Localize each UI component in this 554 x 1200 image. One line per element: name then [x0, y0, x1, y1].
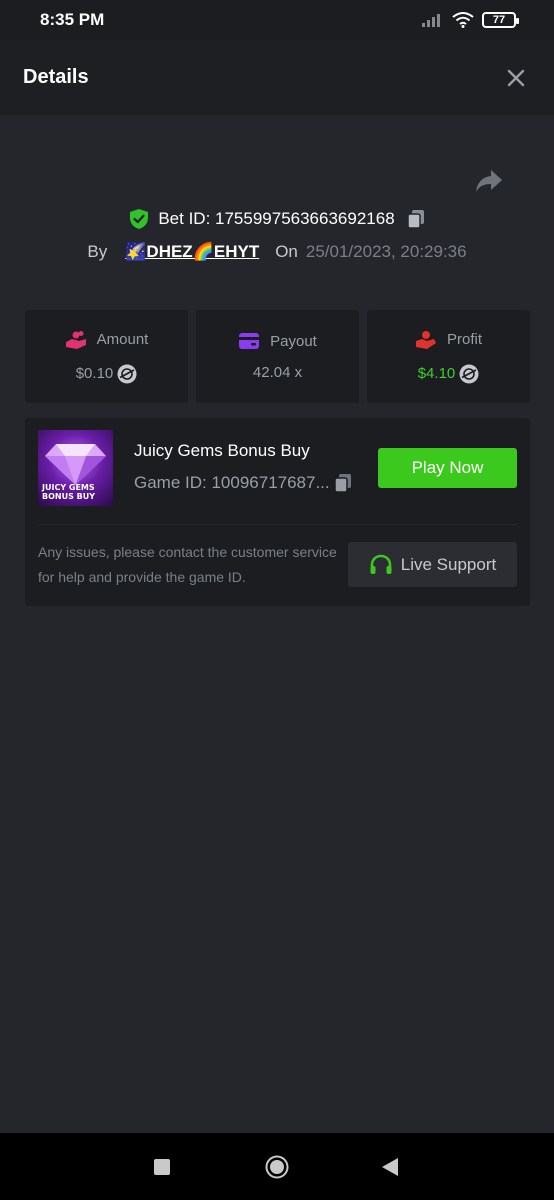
- status-time: 8:35 PM: [40, 10, 105, 29]
- username-link[interactable]: 🌠DHEZ🌈EHYT: [125, 242, 259, 262]
- share-button[interactable]: [474, 167, 504, 195]
- stellar-coin-icon: [459, 364, 479, 383]
- bet-owner-row: By 🌠DHEZ🌈EHYT On 25/01/2023, 20:29:36: [0, 239, 554, 265]
- game-thumbnail[interactable]: JUICY GEMS BONUS BUY: [38, 430, 113, 506]
- copy-game-id-button[interactable]: [333, 473, 352, 493]
- stellar-coin-icon: [117, 364, 137, 383]
- by-label: By: [87, 242, 108, 261]
- copy-icon: [333, 474, 351, 493]
- coins-hand-icon: [65, 330, 86, 349]
- bet-date: 25/01/2023, 20:29:36: [305, 242, 467, 261]
- details-header: Details: [0, 40, 554, 115]
- bet-stats: Amount $0.10 Payout 42.04 x Profit $4.10: [25, 310, 530, 403]
- stat-value: 42.04 x: [252, 364, 303, 381]
- stat-label: Payout: [270, 332, 317, 350]
- recents-button[interactable]: [154, 1159, 170, 1175]
- game-title: Juicy Gems Bonus Buy: [134, 441, 310, 460]
- stat-value: $0.10: [75, 365, 114, 382]
- wallet-card-icon: [239, 333, 260, 349]
- divider: [38, 524, 517, 525]
- system-navigation-bar: [0, 1133, 554, 1200]
- game-id-row: Game ID: 10096717687...: [134, 473, 352, 493]
- copy-icon: [406, 210, 424, 229]
- signal-icon: [422, 14, 440, 27]
- status-bar: 8:35 PM 77: [0, 0, 554, 40]
- status-icons: 77: [422, 12, 519, 28]
- share-icon: [476, 170, 502, 192]
- home-button[interactable]: [265, 1155, 289, 1179]
- stat-card-amount: Amount $0.10: [25, 310, 188, 403]
- stat-label: Profit: [446, 331, 482, 348]
- wifi-icon: [452, 12, 474, 28]
- close-icon: [507, 69, 525, 86]
- headset-icon: [370, 554, 392, 574]
- game-id-text: Game ID: 10096717687...: [134, 473, 330, 492]
- bet-id-row: Bet ID: 1755997563663692168: [0, 206, 554, 232]
- stat-card-profit: Profit $4.10: [367, 310, 530, 403]
- money-hand-icon: [415, 330, 436, 349]
- close-button[interactable]: [504, 66, 528, 90]
- game-card: JUICY GEMS BONUS BUY Juicy Gems Bonus Bu…: [25, 418, 530, 606]
- back-button[interactable]: [381, 1157, 399, 1177]
- stat-label: Amount: [96, 331, 149, 348]
- live-support-button[interactable]: Live Support: [348, 542, 517, 587]
- stat-card-payout: Payout 42.04 x: [196, 310, 359, 403]
- stat-value: $4.10: [417, 365, 456, 382]
- thumbnail-text: JUICY GEMS BONUS BUY: [42, 483, 96, 501]
- bet-id-text: Bet ID: 1755997563663692168: [158, 209, 395, 228]
- battery-indicator: 77: [482, 12, 519, 28]
- gem-icon: [45, 444, 106, 485]
- page-title: Details: [23, 66, 89, 88]
- live-support-label: Live Support: [400, 554, 497, 574]
- shield-check-icon: [130, 209, 149, 229]
- play-now-button[interactable]: Play Now: [378, 448, 517, 488]
- on-label: On: [275, 242, 298, 261]
- copy-bet-id-button[interactable]: [406, 209, 425, 229]
- support-message: Any issues, please contact the customer …: [38, 544, 337, 585]
